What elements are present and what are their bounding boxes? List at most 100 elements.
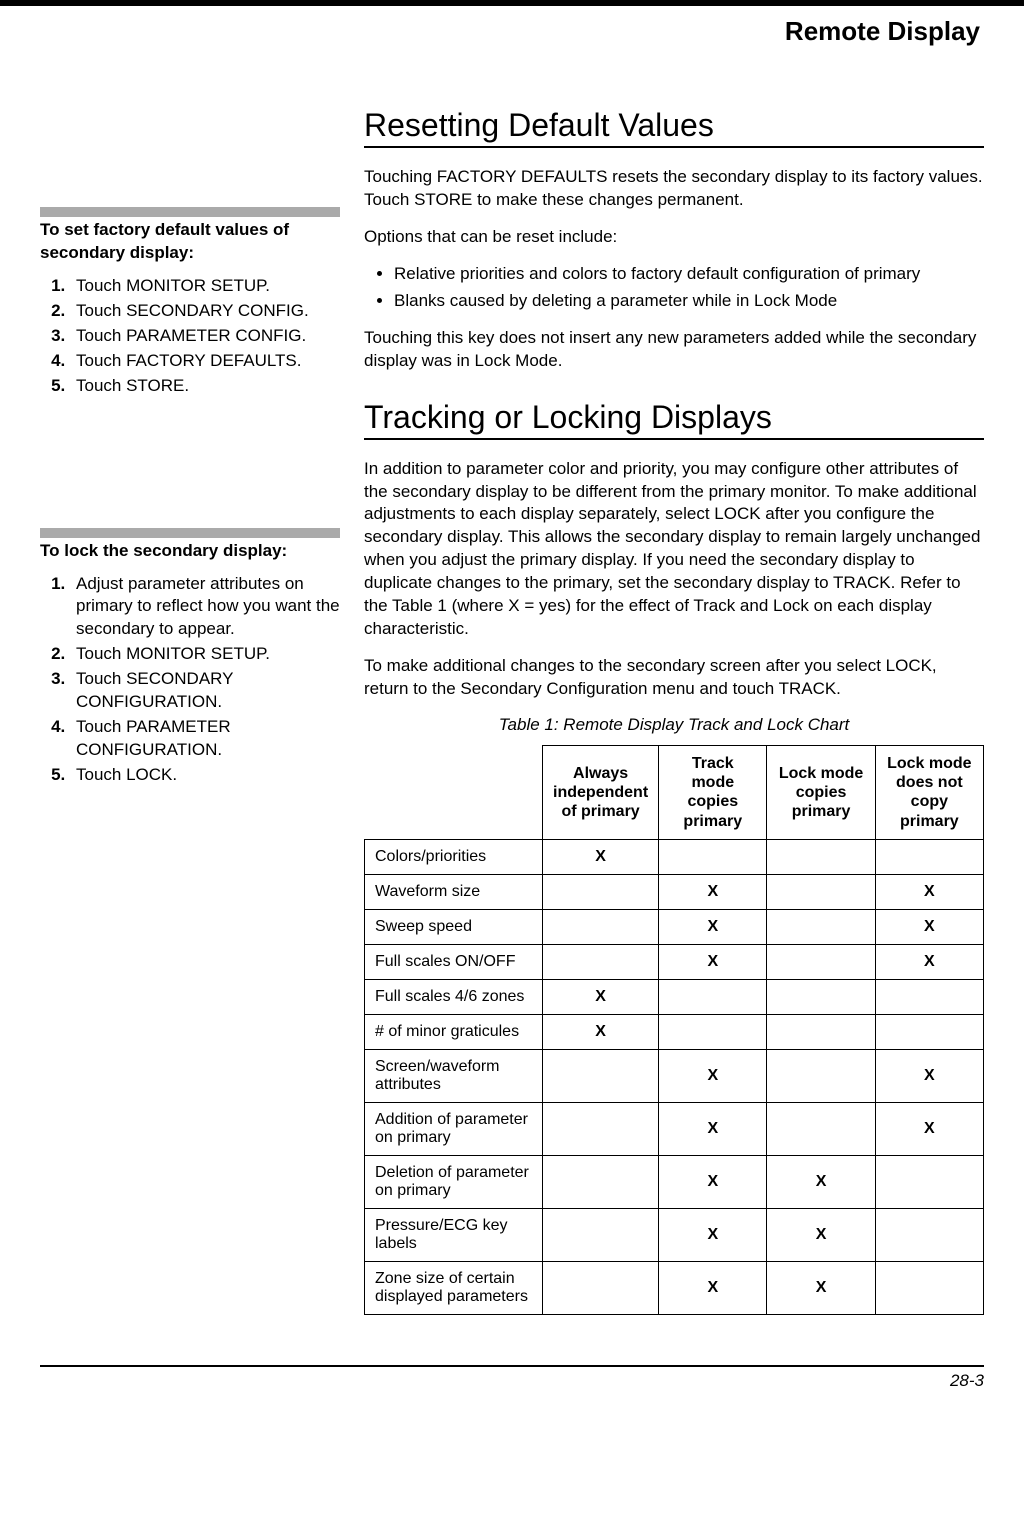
cell (767, 1049, 875, 1102)
row-label: Full scales ON/OFF (365, 944, 543, 979)
cell: X (659, 1208, 767, 1261)
page: Remote Display To set factory default va… (0, 16, 1024, 1421)
step-item: Touch LOCK. (70, 764, 340, 787)
cell: X (875, 944, 983, 979)
cell: X (659, 944, 767, 979)
table-caption: Table 1: Remote Display Track and Lock C… (364, 715, 984, 735)
cell (543, 944, 659, 979)
step-item: Touch SECONDARY CONFIGURATION. (70, 668, 340, 714)
step-item: Touch STORE. (70, 375, 340, 398)
row-label: Colors/priorities (365, 839, 543, 874)
cell (767, 839, 875, 874)
section-heading-tracking: Tracking or Locking Displays (364, 399, 984, 436)
row-label: Addition of parameter on primary (365, 1102, 543, 1155)
paragraph: Options that can be reset include: (364, 226, 984, 249)
table-body: Colors/prioritiesX Waveform sizeXX Sweep… (365, 839, 984, 1314)
chapter-title: Remote Display (40, 16, 984, 47)
cell: X (543, 1014, 659, 1049)
cell (543, 1261, 659, 1314)
steps-list: Adjust parameter attributes on primary t… (40, 573, 340, 787)
paragraph: In addition to parameter color and prior… (364, 458, 984, 642)
table-header: Lock mode does not copy primary (875, 745, 983, 839)
page-number: 28-3 (40, 1371, 984, 1391)
step-item: Touch FACTORY DEFAULTS. (70, 350, 340, 373)
table-header: Lock mode copies primary (767, 745, 875, 839)
cell: X (767, 1155, 875, 1208)
section-rule (364, 438, 984, 440)
cell: X (875, 909, 983, 944)
cell (767, 1014, 875, 1049)
cell (543, 1155, 659, 1208)
cell (767, 979, 875, 1014)
cell (543, 909, 659, 944)
row-label: Sweep speed (365, 909, 543, 944)
step-item: Touch PARAMETER CONFIGURATION. (70, 716, 340, 762)
grey-bar (40, 207, 340, 217)
row-label: # of minor graticules (365, 1014, 543, 1049)
cell: X (875, 1102, 983, 1155)
grey-bar (40, 528, 340, 538)
row-label: Full scales 4/6 zones (365, 979, 543, 1014)
cell: X (543, 839, 659, 874)
cell (767, 874, 875, 909)
table-row: Full scales ON/OFF X X (365, 944, 984, 979)
cell (875, 1155, 983, 1208)
paragraph: Touching this key does not insert any ne… (364, 327, 984, 373)
cell: X (659, 1261, 767, 1314)
cell (767, 909, 875, 944)
cell: X (659, 1102, 767, 1155)
step-item: Touch PARAMETER CONFIG. (70, 325, 340, 348)
row-label: Zone size of certain displayed parameter… (365, 1261, 543, 1314)
cell (659, 839, 767, 874)
cell: X (543, 979, 659, 1014)
cell (543, 874, 659, 909)
sidebar-heading: To lock the secondary display: (40, 540, 340, 563)
cell (875, 979, 983, 1014)
table-row: Screen/waveform attributesXX (365, 1049, 984, 1102)
section-heading-resetting: Resetting Default Values (364, 107, 984, 144)
step-item: Touch MONITOR SETUP. (70, 643, 340, 666)
sidebar-block-factory-defaults: To set factory default values of seconda… (40, 207, 340, 398)
table-header: Always independent of primary (543, 745, 659, 839)
paragraph: To make additional changes to the second… (364, 655, 984, 701)
bullet-item: Relative priorities and colors to factor… (394, 263, 984, 286)
steps-list: Touch MONITOR SETUP. Touch SECONDARY CON… (40, 275, 340, 398)
table-row: Sweep speedXX (365, 909, 984, 944)
table-row: Full scales 4/6 zonesX (365, 979, 984, 1014)
step-item: Touch SECONDARY CONFIG. (70, 300, 340, 323)
row-label: Pressure/ECG key labels (365, 1208, 543, 1261)
paragraph: Touching FACTORY DEFAULTS resets the sec… (364, 166, 984, 212)
sidebar: To set factory default values of seconda… (40, 107, 340, 1315)
cell (543, 1208, 659, 1261)
table-row: Addition of parameter on primary X X (365, 1102, 984, 1155)
footer-rule (40, 1365, 984, 1367)
cell: X (767, 1261, 875, 1314)
cell (767, 944, 875, 979)
step-item: Touch MONITOR SETUP. (70, 275, 340, 298)
row-label: Waveform size (365, 874, 543, 909)
table-row: Waveform sizeXX (365, 874, 984, 909)
bullet-list: Relative priorities and colors to factor… (364, 263, 984, 313)
top-rule (0, 0, 1024, 6)
cell (543, 1102, 659, 1155)
cell: X (875, 874, 983, 909)
table-row: Deletion of parameter on primary XX (365, 1155, 984, 1208)
cell (875, 1261, 983, 1314)
table-header-blank (365, 745, 543, 839)
bullet-item: Blanks caused by deleting a parameter wh… (394, 290, 984, 313)
cell: X (659, 1049, 767, 1102)
step-item: Adjust parameter attributes on primary t… (70, 573, 340, 642)
cell: X (659, 1155, 767, 1208)
cell (659, 979, 767, 1014)
cell (875, 1208, 983, 1261)
track-lock-table: Always independent of primary Track mode… (364, 745, 984, 1315)
table-row: Pressure/ECG key labels XX (365, 1208, 984, 1261)
two-column-layout: To set factory default values of seconda… (40, 107, 984, 1315)
cell: X (767, 1208, 875, 1261)
table-row: Zone size of certain displayed parameter… (365, 1261, 984, 1314)
spacer (40, 438, 340, 528)
cell (659, 1014, 767, 1049)
table-row: Colors/prioritiesX (365, 839, 984, 874)
section-rule (364, 146, 984, 148)
row-label: Deletion of parameter on primary (365, 1155, 543, 1208)
